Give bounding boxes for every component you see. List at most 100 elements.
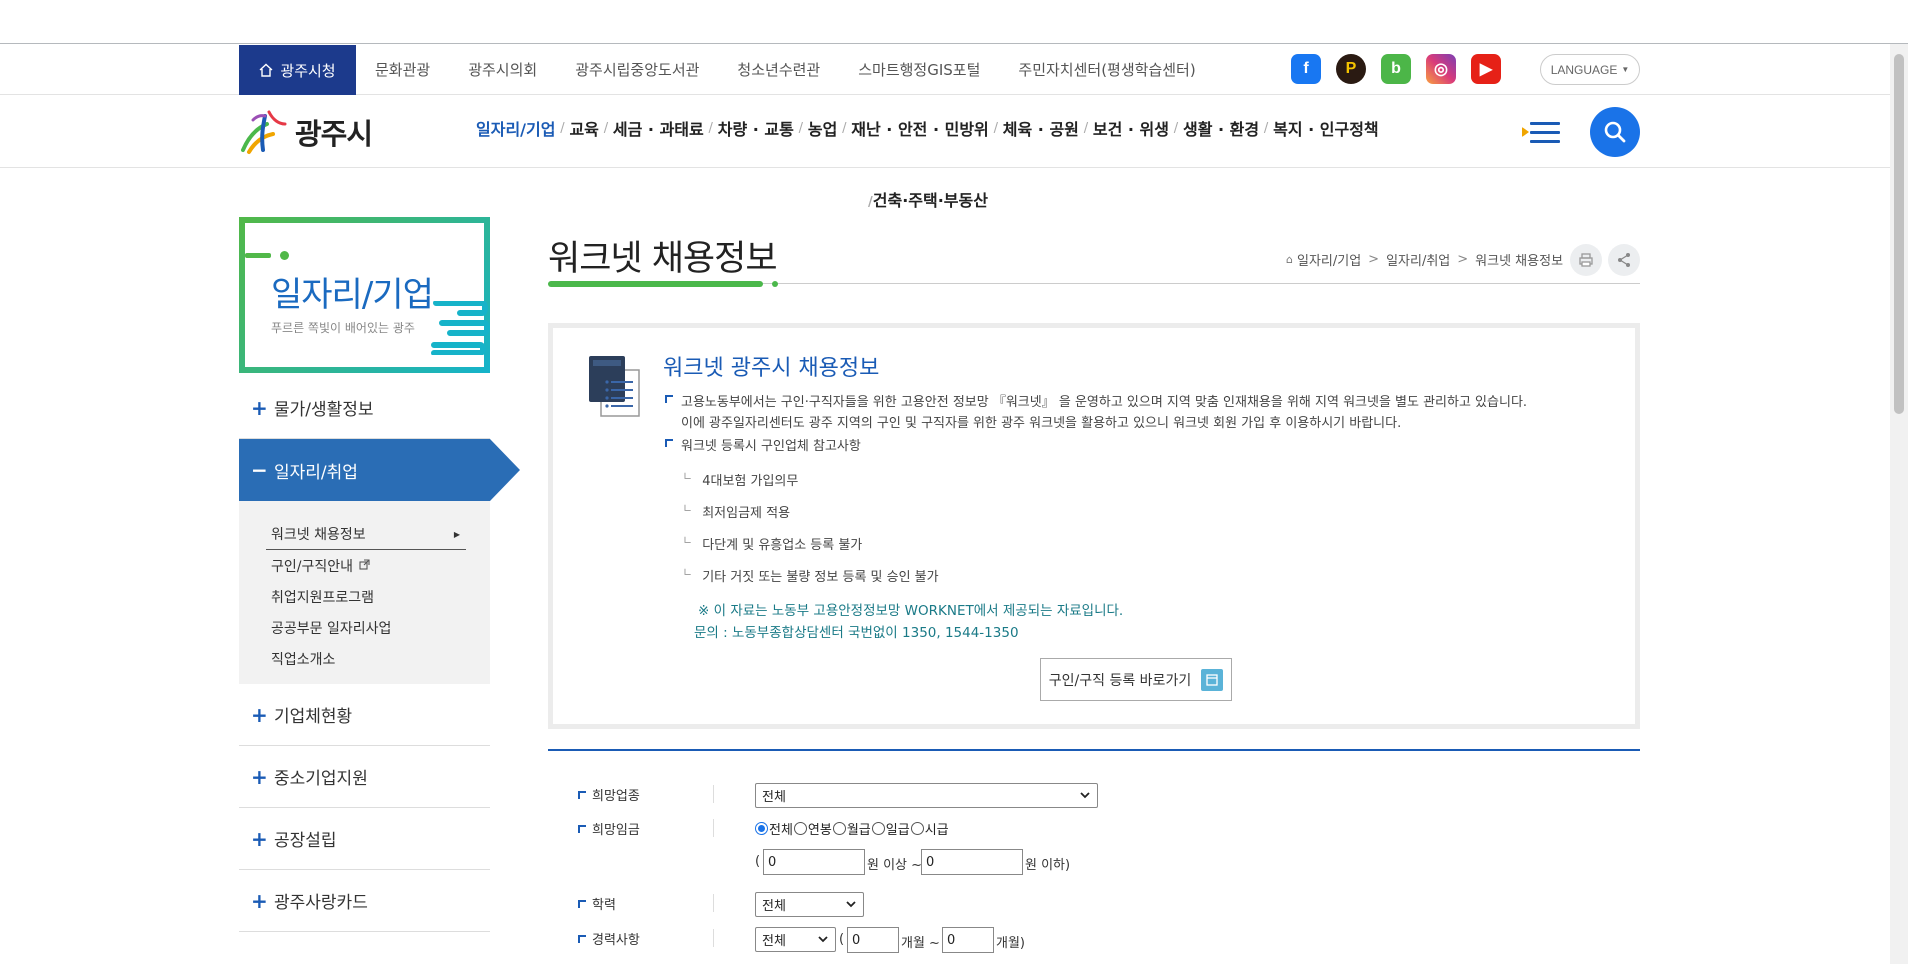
contact-note: 문의 : 노동부종합상담센터 국번없이 1350, 1544-1350 xyxy=(694,625,1019,641)
sidebar-item[interactable]: + 공장설립 xyxy=(239,808,490,870)
band-icon[interactable]: b xyxy=(1381,54,1411,84)
wage-radio[interactable] xyxy=(832,822,846,835)
all-menu-button[interactable] xyxy=(1522,118,1560,146)
education-label: 학력 xyxy=(578,894,616,913)
sidebar-item[interactable]: + 광주사랑카드 xyxy=(239,870,490,932)
chevron-down-icon xyxy=(818,936,828,943)
sidebar-item[interactable]: + 중소기업지원 xyxy=(239,746,490,808)
logo-text: 광주시 xyxy=(295,117,373,151)
home-link-label: 광주시청 xyxy=(280,61,336,80)
home-icon[interactable]: ⌂ xyxy=(1286,253,1293,266)
submenu-item[interactable]: 직업소개소 xyxy=(271,643,490,674)
home-link[interactable]: 광주시청 xyxy=(239,45,356,95)
career-min-input[interactable]: 0 xyxy=(847,927,899,953)
sidebar-item[interactable]: − 일자리/취업 xyxy=(239,439,520,501)
wage-radio[interactable] xyxy=(755,822,768,835)
logo-emblem-icon xyxy=(239,106,291,158)
wage-type-radios: 전체 연봉 월급 일급 시급 xyxy=(755,819,950,838)
wage-min-input[interactable]: 0 xyxy=(763,849,865,875)
breadcrumb-item[interactable]: 일자리/기업 xyxy=(1297,250,1361,269)
gnb-item[interactable]: 재난 · 안전 · 민방위 xyxy=(851,116,988,140)
wage-radio[interactable] xyxy=(871,822,885,835)
page-scrollbar[interactable] xyxy=(1890,44,1908,964)
gnb-item-construction[interactable]: /건축·주택·부동산 xyxy=(868,187,988,211)
sidebar-item-label: 기업체현황 xyxy=(274,707,353,727)
family-site-link[interactable]: 문화관광 xyxy=(375,59,430,80)
job-register-button[interactable]: 구인/구직 등록 바로가기 xyxy=(1040,658,1232,701)
notice-item: ∟ 기타 거짓 또는 불량 정보 등록 및 승인 불가 xyxy=(683,566,939,585)
sidebar-item-label: 물가/생활정보 xyxy=(274,400,374,420)
family-site-link[interactable]: 청소년수련관 xyxy=(737,59,820,80)
language-label: LANGUAGE xyxy=(1550,62,1618,77)
industry-select[interactable]: 전체 xyxy=(755,783,1098,808)
breadcrumb-item[interactable]: 워크넷 채용정보 xyxy=(1475,250,1563,269)
career-max-input[interactable]: 0 xyxy=(942,927,994,953)
info-paragraph-line2: 이에 광주일자리센터도 광주 지역의 구인 및 구직자를 위한 광주 워크넷을 … xyxy=(681,416,1402,431)
gnb-item[interactable]: 일자리/기업 xyxy=(476,116,555,140)
gnb-item[interactable]: 차량 · 교통 xyxy=(718,116,794,140)
blog-p-icon[interactable]: P xyxy=(1336,54,1366,84)
site-logo[interactable]: 광주시 xyxy=(239,106,373,158)
family-site-link[interactable]: 주민자치센터(평생학습센터) xyxy=(1018,59,1195,80)
sub-bullet-icon: ∟ xyxy=(683,470,693,483)
info-heading: 워크넷 광주시 채용정보 xyxy=(663,356,880,381)
sub-bullet-icon: ∟ xyxy=(683,566,693,579)
search-form: 희망업종 전체 희망임금 전체 연봉 월급 일급 시급 ( 0 원 이상 ~ 0 원 이… xyxy=(548,749,1640,964)
search-button[interactable] xyxy=(1590,107,1640,157)
share-button[interactable] xyxy=(1608,244,1640,276)
chevron-down-icon xyxy=(1080,792,1090,799)
facebook-icon[interactable]: f xyxy=(1291,54,1321,84)
notice-item: ∟ 다단계 및 유흥업소 등록 불가 xyxy=(683,534,863,553)
notice-item: ∟ 최저임금제 적용 xyxy=(683,502,791,521)
gnb-item[interactable]: 농업 xyxy=(808,116,837,140)
sidebar-subtitle: 푸르른 쪽빛이 배어있는 광주 xyxy=(271,321,415,335)
bullet-icon xyxy=(665,395,673,403)
submenu-item[interactable]: 공공부문 일자리사업 xyxy=(271,612,490,643)
gnb-item[interactable]: 복지 · 인구정책 xyxy=(1273,116,1379,140)
gnb-item[interactable]: 보건 · 위생 xyxy=(1093,116,1169,140)
sidebar-item-label: 광주사랑카드 xyxy=(274,893,368,913)
decorative-swoosh-icon xyxy=(431,301,490,355)
family-site-link[interactable]: 스마트행정GIS포털 xyxy=(858,59,980,80)
youtube-icon[interactable]: ▶ xyxy=(1471,54,1501,84)
info-subheading: 워크넷 등록시 구인업체 참고사항 xyxy=(665,435,861,454)
home-icon xyxy=(259,63,273,77)
instagram-icon[interactable]: ◎ xyxy=(1426,54,1456,84)
notice-item: ∟ 4대보험 가입의무 xyxy=(683,470,799,489)
info-paragraph: 고용노동부에서는 구인·구직자들을 위한 고용안전 정보망 『워크넷』 을 운영… xyxy=(665,391,1527,410)
chevron-down-icon xyxy=(846,901,856,908)
sidebar-item-label: 일자리/취업 xyxy=(274,462,358,483)
sidebar-item[interactable]: + 기업체현황 xyxy=(239,684,490,746)
submenu-item[interactable]: 구인/구직안내 xyxy=(271,550,490,581)
page-title: 워크넷 채용정보 xyxy=(548,239,778,279)
print-button[interactable] xyxy=(1570,244,1602,276)
sidebar-item[interactable]: + 물가/생활정보 xyxy=(239,377,490,439)
global-nav: 일자리/기업 / 교육 / 세금 · 과태료 / 차량 · 교통 / 농업 / 재난 · 안전 · … xyxy=(476,116,1379,140)
career-select[interactable]: 전체 xyxy=(755,927,836,952)
gnb-item[interactable]: 교육 xyxy=(569,116,598,140)
wage-max-input[interactable]: 0 xyxy=(921,849,1023,875)
gnb-item[interactable]: 세금 · 과태료 xyxy=(613,116,704,140)
scrollbar-thumb[interactable] xyxy=(1894,54,1904,414)
family-site-link[interactable]: 광주시립중앙도서관 xyxy=(575,59,699,80)
family-site-link[interactable]: 광주시의회 xyxy=(468,59,537,80)
wage-radio[interactable] xyxy=(910,822,924,835)
main-header: 광주시 일자리/기업 / 교육 / 세금 · 과태료 / 차량 · 교통 / 농업 / 재난 · 안… xyxy=(0,96,1890,168)
sidebar-menu: + 물가/생활정보 − 일자리/취업워크넷 채용정보 ▶ 구인/구직안내 취업지원프로그램 공… xyxy=(239,377,520,932)
education-select[interactable]: 전체 xyxy=(755,892,864,917)
plus-icon: + xyxy=(251,764,268,789)
menu-icon xyxy=(1530,122,1560,125)
language-select[interactable]: LANGUAGE ▼ xyxy=(1540,54,1640,85)
gnb-item[interactable]: 생활 · 환경 xyxy=(1183,116,1259,140)
gnb-item[interactable]: 체육 · 공원 xyxy=(1003,116,1079,140)
print-icon xyxy=(1579,253,1593,267)
sub-bullet-icon: ∟ xyxy=(683,534,693,547)
minus-icon: − xyxy=(251,458,268,482)
caret-right-icon: ▶ xyxy=(453,529,460,539)
sidebar-title: 일자리/기업 xyxy=(271,275,434,315)
submenu-item[interactable]: 취업지원프로그램 xyxy=(271,581,490,612)
wage-radio[interactable] xyxy=(793,822,807,835)
breadcrumb-item[interactable]: 일자리/취업 xyxy=(1386,250,1450,269)
submenu-item[interactable]: 워크넷 채용정보 ▶ xyxy=(266,519,466,550)
plus-icon: + xyxy=(251,395,268,420)
